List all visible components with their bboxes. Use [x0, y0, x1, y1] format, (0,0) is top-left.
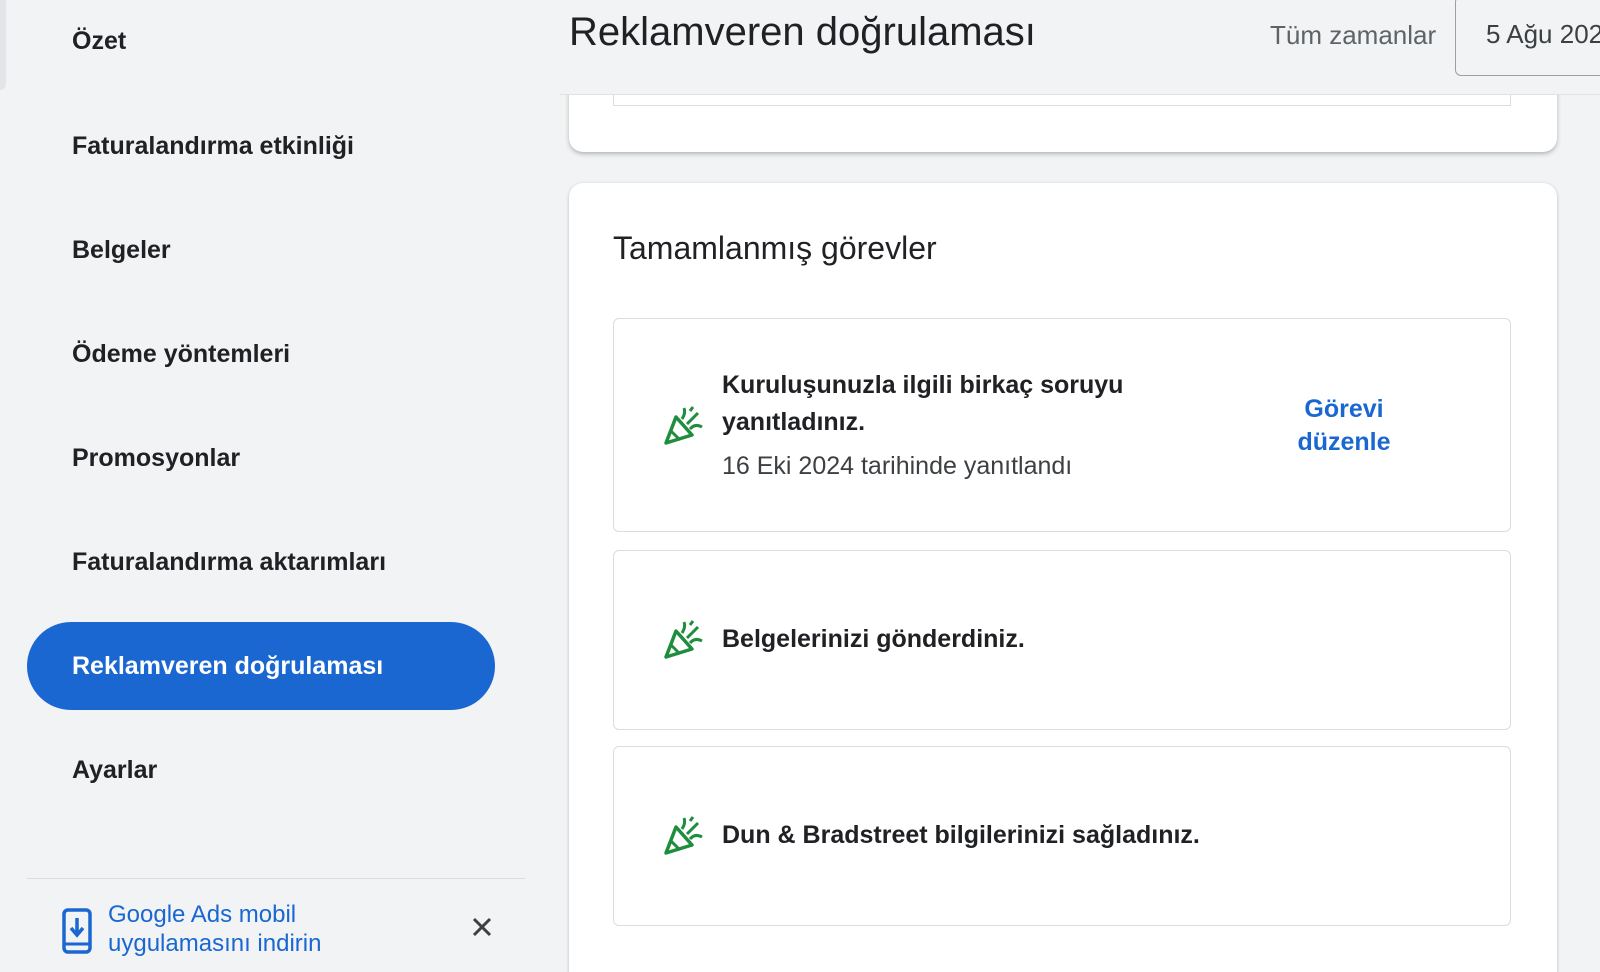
sidebar-item-label: Faturalandırma aktarımları: [72, 547, 387, 576]
sidebar-item-ozet[interactable]: Özet: [27, 0, 495, 85]
sidebar-item-documents[interactable]: Belgeler: [27, 206, 495, 294]
sidebar-item-label: Promosyonlar: [72, 443, 241, 472]
sidebar: Özet Faturalandırma etkinliği Belgeler Ö…: [0, 0, 540, 972]
completed-tasks-card: Tamamlanmış görevler Kuruluşunuzla ilgil…: [569, 183, 1557, 972]
sidebar-item-billing-activity[interactable]: Faturalandırma etkinliği: [27, 102, 495, 190]
task-item: Dun & Bradstreet bilgilerinizi sağladını…: [613, 746, 1511, 926]
date-range-value: 5 Ağu 202: [1486, 19, 1600, 49]
sidebar-item-label: Faturalandırma etkinliği: [72, 131, 355, 160]
celebration-icon: [664, 406, 703, 445]
date-range-picker[interactable]: 5 Ağu 202: [1455, 0, 1600, 76]
app-root: Özet Faturalandırma etkinliği Belgeler Ö…: [0, 0, 1600, 972]
task-title: Belgelerinizi gönderdiniz.: [722, 625, 1025, 653]
sidebar-divider: [27, 878, 525, 879]
sidebar-item-label: Ödeme yöntemleri: [72, 339, 291, 368]
task-item: Belgelerinizi gönderdiniz.: [613, 550, 1511, 730]
mobile-app-promo-link[interactable]: Google Ads mobil uygulamasını indirin: [108, 900, 388, 958]
sidebar-item-advertiser-verification[interactable]: Reklamveren doğrulaması: [27, 622, 495, 710]
edit-task-button[interactable]: Görevi düzenle: [1274, 393, 1414, 459]
section-title: Tamamlanmış görevler: [613, 230, 937, 266]
sidebar-item-promotions[interactable]: Promosyonlar: [27, 414, 495, 502]
task-item: Kuruluşunuzla ilgili birkaç soruyu yanıt…: [613, 318, 1511, 532]
sidebar-item-label: Reklamveren doğrulaması: [72, 651, 384, 680]
task-subtitle: 16 Eki 2024 tarihinde yanıtlandı: [722, 452, 1073, 480]
date-range-label: Tüm zamanlar: [1270, 20, 1437, 50]
sidebar-edge: [0, 0, 6, 90]
phone-download-icon: [62, 908, 92, 954]
task-title: Kuruluşunuzla ilgili birkaç soruyu yanıt…: [722, 371, 1124, 436]
close-icon[interactable]: [467, 912, 497, 942]
task-title: Dun & Bradstreet bilgilerinizi sağladını…: [722, 821, 1200, 849]
sidebar-item-label: Özet: [72, 26, 127, 55]
page-title: Reklamveren doğrulaması: [569, 10, 1036, 54]
sidebar-item-label: Belgeler: [72, 235, 171, 264]
sidebar-item-billing-transfers[interactable]: Faturalandırma aktarımları: [27, 518, 495, 606]
sidebar-item-label: Ayarlar: [72, 755, 158, 784]
celebration-icon: [664, 620, 703, 659]
sidebar-item-settings[interactable]: Ayarlar: [27, 726, 495, 814]
celebration-icon: [664, 816, 703, 855]
sidebar-item-payment-methods[interactable]: Ödeme yöntemleri: [27, 310, 495, 398]
mobile-app-promo: Google Ads mobil uygulamasını indirin: [62, 898, 512, 968]
